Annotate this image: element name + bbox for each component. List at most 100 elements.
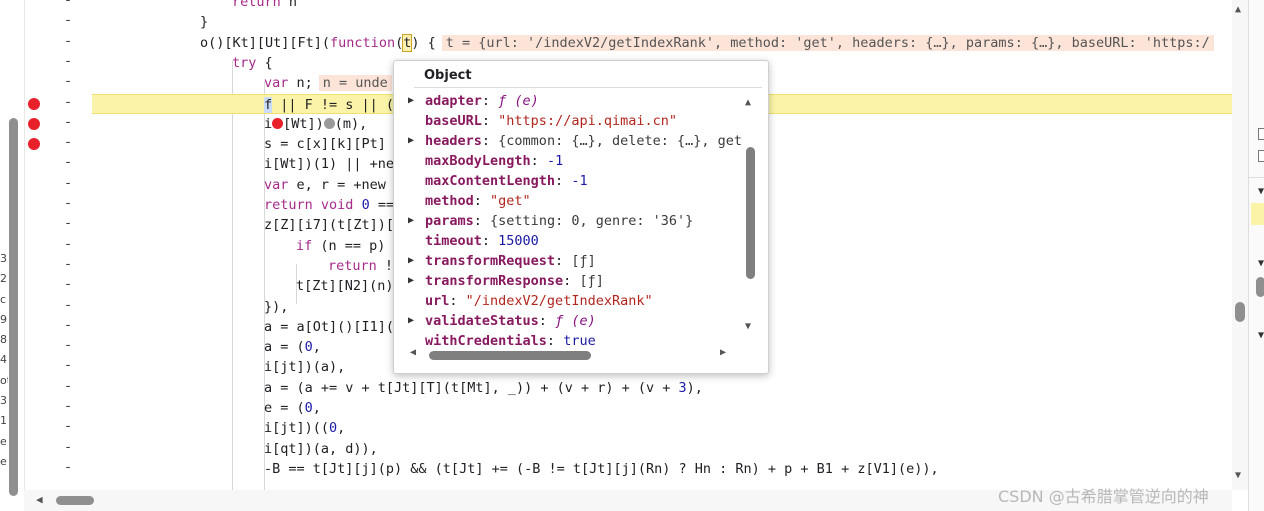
popover-horizontal-scroll-thumb[interactable]	[429, 351, 591, 360]
gutter-line[interactable]: -	[24, 114, 92, 134]
gutter-line[interactable]: -	[24, 0, 92, 12]
gutter-line[interactable]: -	[24, 33, 92, 53]
property-colon: :	[481, 133, 499, 149]
gutter-dash: -	[64, 235, 73, 252]
code-text: return void 0 ==	[264, 195, 394, 215]
code-text: i[jt])((0,	[264, 418, 345, 438]
expand-arrow-icon[interactable]: ▶	[408, 311, 414, 331]
gutter-line[interactable]: -	[24, 134, 92, 154]
expand-arrow-icon[interactable]: ▶	[408, 271, 414, 291]
property-colon: :	[481, 113, 499, 129]
gutter-line[interactable]: -	[24, 175, 92, 195]
gutter-line[interactable]: -	[24, 357, 92, 377]
left-panel-char: 2	[0, 272, 7, 286]
scroll-left-icon[interactable]: ◀	[36, 493, 43, 506]
popover-divider	[414, 87, 762, 88]
line-gutter[interactable]: - - - - - - - - - - - - - - - - - - - - - - - -	[24, 0, 92, 511]
property-key: transformResponse	[425, 273, 564, 289]
expand-arrow-icon[interactable]: ▶	[408, 91, 414, 111]
editor-vertical-scrollbar[interactable]: ▲ ▼	[1232, 0, 1248, 490]
gutter-line[interactable]: -	[24, 317, 92, 337]
gutter-line[interactable]: -	[24, 94, 92, 114]
editor-vertical-scroll-thumb[interactable]	[1235, 302, 1245, 322]
gutter-line[interactable]: -	[24, 418, 92, 438]
gutter-line[interactable]: -	[24, 398, 92, 418]
gutter-line[interactable]: -	[24, 378, 92, 398]
property-value: [ƒ]	[571, 253, 596, 269]
popover-vertical-scrollbar[interactable]: ▲ ▼	[743, 95, 759, 341]
panel-checkbox[interactable]	[1258, 128, 1264, 140]
gutter-line[interactable]: -	[24, 236, 92, 256]
panel-scroll-thumb[interactable]	[1256, 277, 1264, 297]
property-key: url	[425, 293, 450, 309]
scroll-right-icon[interactable]: ▶	[720, 347, 726, 358]
gutter-line[interactable]: -	[24, 195, 92, 215]
object-preview-popover[interactable]: Object ▶ adapter: ƒ (e) baseURL: "https://…	[393, 60, 769, 374]
gutter-line[interactable]: -	[24, 256, 92, 276]
inline-breakpoint-icon[interactable]	[272, 117, 284, 129]
code-token: i[jt])(a),	[264, 359, 346, 376]
code-text: try {	[232, 53, 273, 73]
property-key: method	[425, 193, 474, 209]
panel-divider	[1249, 177, 1264, 178]
gutter-line[interactable]: -	[24, 439, 92, 459]
gutter-dash: -	[64, 195, 73, 211]
left-panel-scrollbar[interactable]	[9, 118, 18, 496]
gutter-line[interactable]: -	[24, 276, 92, 296]
gutter-dash: -	[64, 174, 73, 191]
code-text: }	[200, 12, 208, 32]
gutter-line[interactable]: -	[24, 215, 92, 235]
code-token: }),	[264, 298, 289, 315]
left-panel-char: 3	[0, 394, 7, 408]
expand-arrow-icon[interactable]: ▶	[408, 211, 414, 231]
panel-checkbox[interactable]	[1258, 150, 1264, 162]
code-token: (m),	[334, 115, 368, 132]
code-token: (n == p)	[312, 237, 386, 254]
breakpoint-marker[interactable]	[28, 138, 40, 151]
code-text: s = c[x][k][Pt]	[264, 134, 386, 154]
code-token: ,	[337, 420, 346, 437]
expand-down-icon[interactable]: ▼	[1258, 186, 1264, 197]
code-token: e = (	[264, 400, 305, 416]
code-text: i[jt])(a),	[264, 357, 345, 377]
property-list[interactable]: ▶ adapter: ƒ (e) baseURL: "https://api.qim…	[394, 91, 744, 347]
expand-down-icon[interactable]: ▼	[1258, 330, 1264, 341]
inline-breakpoint-inactive-icon[interactable]	[323, 117, 335, 129]
popover-horizontal-scrollbar[interactable]: ◀ ▶	[408, 346, 744, 364]
gutter-dash: -	[64, 113, 73, 130]
property-text: headers: {common: {…}, delete: {…}, get	[425, 131, 742, 151]
breakpoint-marker[interactable]	[28, 117, 40, 130]
editor-horizontal-scroll-thumb[interactable]	[56, 496, 94, 505]
scroll-down-icon[interactable]: ▼	[1235, 470, 1241, 481]
breakpoint-marker[interactable]	[28, 97, 40, 110]
code-keyword: if	[296, 237, 313, 254]
gutter-dash: -	[64, 12, 73, 29]
scroll-up-icon[interactable]: ▲	[1235, 4, 1241, 15]
expand-arrow-icon[interactable]: ▶	[408, 251, 414, 271]
code-text: o()[Kt][Ut][Ft](function(t) {t = {url: '…	[200, 33, 1214, 53]
gutter-dash: -	[64, 438, 73, 455]
property-key: headers	[425, 133, 482, 149]
expand-arrow-icon[interactable]: ▶	[408, 131, 414, 151]
gutter-dash: -	[64, 255, 73, 272]
code-token: ) {	[411, 34, 436, 51]
gutter-dash: -	[64, 93, 73, 110]
gutter-line[interactable]: -	[24, 73, 92, 93]
scroll-down-icon[interactable]: ▼	[745, 321, 751, 332]
property-colon: :	[473, 213, 491, 229]
expand-down-icon[interactable]: ▼	[1258, 258, 1264, 269]
gutter-line[interactable]: -	[24, 459, 92, 479]
gutter-dash: -	[64, 458, 73, 475]
gutter-line[interactable]: -	[24, 53, 92, 73]
gutter-line[interactable]: -	[24, 337, 92, 357]
code-text: -B == t[Jt][j](p) && (t[Jt] += (-B != t[…	[264, 459, 939, 479]
gutter-line[interactable]: -	[24, 154, 92, 174]
left-panel-char: 8	[0, 333, 7, 347]
scroll-up-icon[interactable]: ▲	[745, 97, 751, 108]
gutter-line[interactable]: -	[24, 12, 92, 32]
popover-vertical-scroll-thumb[interactable]	[746, 147, 755, 279]
scroll-left-icon[interactable]: ◀	[410, 347, 416, 358]
code-keyword: var	[264, 75, 289, 92]
gutter-line[interactable]: -	[24, 297, 92, 317]
